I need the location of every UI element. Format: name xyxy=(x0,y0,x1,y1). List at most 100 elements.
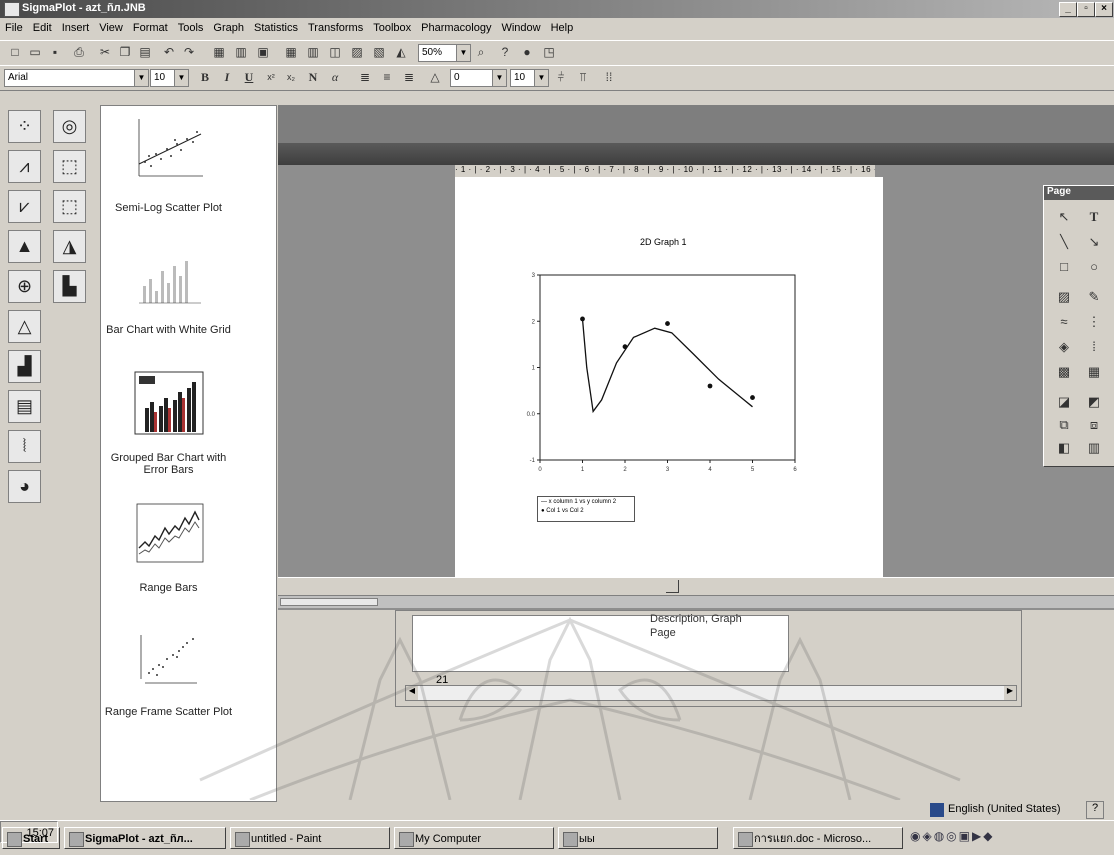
open-icon[interactable]: ▭ xyxy=(26,44,44,61)
workspace-scroll-track[interactable] xyxy=(278,595,1114,608)
chevron-down-icon[interactable]: ▼ xyxy=(492,70,506,86)
close-button[interactable]: × xyxy=(1095,2,1113,17)
line-size-select[interactable]: 10 ▼ xyxy=(510,69,549,87)
menu-graph[interactable]: Graph xyxy=(208,19,249,34)
minimize-button[interactable]: _ xyxy=(1059,2,1077,17)
line-tool-icon[interactable]: ╲ xyxy=(1052,231,1076,253)
restore-button[interactable]: ▫ xyxy=(1077,2,1095,17)
paste-icon[interactable]: ▤ xyxy=(136,44,154,61)
line-style-icon[interactable]: ≈ xyxy=(1052,311,1076,333)
gallery-label-range-bars[interactable]: Range Bars xyxy=(101,582,236,594)
menu-help[interactable]: Help xyxy=(546,19,579,34)
rectangle-tool-icon[interactable]: □ xyxy=(1052,256,1076,278)
horizontal-scrollbar[interactable] xyxy=(278,577,1114,596)
notebook-icon[interactable]: ▦ xyxy=(210,44,228,61)
save-icon[interactable]: ▪ xyxy=(46,44,64,61)
copy-icon[interactable]: ❐ xyxy=(116,44,134,61)
ellipse-tool-icon[interactable]: ○ xyxy=(1082,256,1106,278)
distribute-icon[interactable]: ▥ xyxy=(1082,437,1106,459)
undo-icon[interactable]: ↶ xyxy=(160,44,178,61)
system-tray-icons[interactable]: ◉◈◍◎▣▶◆ xyxy=(910,829,1050,847)
data-icon[interactable]: ▦ xyxy=(282,44,300,61)
pie-chart-icon[interactable]: ◕ xyxy=(8,470,41,503)
pointer-icon[interactable]: ↖ xyxy=(1052,206,1076,228)
stop-icon[interactable]: ● xyxy=(518,44,536,61)
line-plot-icon[interactable]: ⩘ xyxy=(8,150,41,183)
gallery-label-semi-log[interactable]: Semi-Log Scatter Plot xyxy=(101,202,236,214)
graph-wizard-icon[interactable]: ▨ xyxy=(348,44,366,61)
subscript-icon[interactable]: x₂ xyxy=(282,69,300,86)
vertical-bar-icon[interactable]: ▟ xyxy=(8,350,41,383)
align-left-icon[interactable]: ≣ xyxy=(356,69,374,86)
start-button[interactable]: Start xyxy=(2,827,60,849)
same-size-icon[interactable]: ◧ xyxy=(1052,437,1076,459)
statistics-icon[interactable]: ◭ xyxy=(392,44,410,61)
pattern-icon[interactable]: ▩ xyxy=(1052,361,1076,383)
contour-plot-icon[interactable]: ◎ xyxy=(53,110,86,143)
color-icon[interactable]: ▦ xyxy=(1082,361,1106,383)
greek-button[interactable]: α xyxy=(326,69,344,86)
zoom-select[interactable]: 50% ▼ xyxy=(418,44,471,62)
task-folder[interactable]: ыы xyxy=(558,827,718,849)
3d-line-icon[interactable]: ⬚ xyxy=(53,190,86,223)
grid-icon[interactable]: ⁞⁞ xyxy=(600,69,618,86)
menu-pharmacology[interactable]: Pharmacology xyxy=(416,19,496,34)
context-help-icon[interactable]: ? xyxy=(496,44,514,61)
align-center-icon[interactable]: ≡ xyxy=(378,69,396,86)
line-scatter-icon[interactable]: ⩗ xyxy=(8,190,41,223)
menu-window[interactable]: Window xyxy=(496,19,545,34)
graph-page-icon[interactable]: ▣ xyxy=(254,44,272,61)
menu-edit[interactable]: Edit xyxy=(28,19,57,34)
superscript-icon[interactable]: x² xyxy=(262,69,280,86)
language-label[interactable]: English (United States) xyxy=(948,803,1061,815)
scroll-left-icon[interactable]: ◀ xyxy=(406,686,418,700)
bar-white-grid-thumbnail[interactable] xyxy=(131,241,206,311)
fill-color-icon[interactable]: ▨ xyxy=(1052,286,1076,308)
scroll-thumb-2[interactable] xyxy=(280,598,378,606)
help-icon[interactable]: ◳ xyxy=(540,44,558,61)
align-right-icon[interactable]: ≣ xyxy=(400,69,418,86)
zoom-icon[interactable]: ⌕ xyxy=(472,44,490,61)
paint-icon[interactable]: ◈ xyxy=(1052,336,1076,358)
print-icon[interactable]: ⎙ xyxy=(70,44,88,61)
chevron-down-icon[interactable]: ▼ xyxy=(174,70,188,86)
line-color-icon[interactable]: ⫪ xyxy=(574,69,592,86)
cut-icon[interactable]: ✂ xyxy=(96,44,114,61)
text-tool-icon[interactable]: T xyxy=(1082,206,1106,228)
bring-front-icon[interactable]: ⧉ xyxy=(1052,414,1076,436)
task-sigmaplot[interactable]: SigmaPlot - azt_ñл... xyxy=(64,827,226,849)
3d-mesh-icon[interactable]: ◮ xyxy=(53,230,86,263)
gallery-label-grouped-bar[interactable]: Grouped Bar Chart with Error Bars xyxy=(101,452,236,476)
3d-bar-icon[interactable]: ▙ xyxy=(53,270,86,303)
menu-view[interactable]: View xyxy=(94,19,128,34)
report-icon[interactable]: ▧ xyxy=(370,44,388,61)
line-style-select[interactable]: 0 ▼ xyxy=(450,69,507,87)
chevron-down-icon[interactable]: ▼ xyxy=(134,70,148,86)
normal-button[interactable]: N xyxy=(304,69,322,86)
send-back-icon[interactable]: ⧈ xyxy=(1082,414,1106,436)
scatter-plot-icon[interactable]: ⁘ xyxy=(8,110,41,143)
polar-plot-icon[interactable]: ⊕ xyxy=(8,270,41,303)
graph-legend[interactable]: — x column 1 vs y column 2 ● Col 1 vs Co… xyxy=(537,496,635,522)
keyboard-icon[interactable] xyxy=(930,803,944,817)
scroll-thumb[interactable] xyxy=(666,580,679,593)
menu-toolbox[interactable]: Toolbox xyxy=(368,19,416,34)
pen-color-icon[interactable]: ✎ xyxy=(1082,286,1106,308)
box-plot-icon[interactable]: ⦚ xyxy=(8,430,41,463)
chevron-down-icon[interactable]: ▼ xyxy=(456,45,470,61)
help-icon[interactable]: ? xyxy=(1086,801,1104,819)
task-my-computer[interactable]: My Computer xyxy=(394,827,554,849)
range-bars-thumbnail[interactable] xyxy=(131,498,206,568)
bold-button[interactable]: B xyxy=(196,69,214,86)
menu-format[interactable]: Format xyxy=(128,19,173,34)
range-frame-scatter-thumbnail[interactable] xyxy=(131,621,206,691)
graph-title[interactable]: 2D Graph 1 xyxy=(640,237,687,247)
menu-insert[interactable]: Insert xyxy=(57,19,95,34)
ternary-plot-icon[interactable]: △ xyxy=(8,310,41,343)
line-ends-icon[interactable]: ⋮ xyxy=(1082,311,1106,333)
task-paint[interactable]: untitled - Paint xyxy=(230,827,390,849)
menu-transforms[interactable]: Transforms xyxy=(303,19,368,34)
gallery-label-range-frame[interactable]: Range Frame Scatter Plot xyxy=(101,706,236,718)
column-icon[interactable]: ▥ xyxy=(304,44,322,61)
task-word-doc[interactable]: การแยก.doc - Microso... xyxy=(733,827,903,849)
